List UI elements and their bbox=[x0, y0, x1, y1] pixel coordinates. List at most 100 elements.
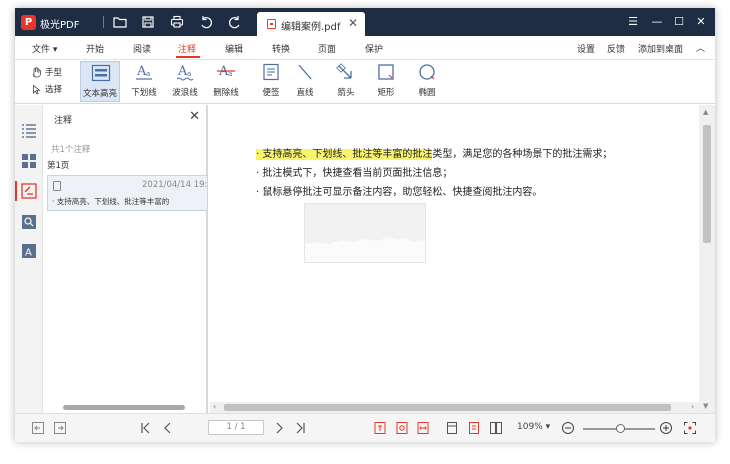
fit-page-icon[interactable] bbox=[373, 421, 387, 435]
annotation-list-item[interactable]: 2021/04/14 19: · 支持高亮、下划线、批注等丰富的 bbox=[47, 175, 208, 211]
text-highlight-tool[interactable]: 文本高亮 bbox=[80, 61, 120, 102]
menu-protect[interactable]: 保护 bbox=[365, 42, 383, 55]
outline-icon[interactable] bbox=[21, 122, 37, 138]
annotation-date: 2021/04/14 19: bbox=[142, 180, 208, 190]
zoom-level-select[interactable]: 109% ▾ bbox=[517, 422, 550, 432]
select-tool-label: 选择 bbox=[45, 85, 63, 95]
scroll-down-icon[interactable]: ▼ bbox=[703, 402, 708, 410]
maximize-icon[interactable]: ☐ bbox=[671, 14, 687, 30]
menu-page[interactable]: 页面 bbox=[318, 42, 336, 55]
rectangle-icon bbox=[378, 64, 394, 80]
page-group-label: 第1页 bbox=[47, 161, 70, 171]
annotation-doc-icon bbox=[53, 181, 61, 191]
highlighted-text[interactable]: · 支持高亮、下划线、批注等丰富的批注 bbox=[256, 149, 433, 160]
svg-text:a: a bbox=[146, 70, 150, 78]
collapse-ribbon-icon[interactable]: ︿ bbox=[696, 41, 705, 54]
document-line-3: · 鼠标悬停批注可显示备注内容，助您轻松、快捷查阅批注内容。 bbox=[256, 187, 543, 198]
close-window-icon[interactable]: ✕ bbox=[693, 14, 709, 30]
vertical-scrollbar[interactable]: ▲ ▼ bbox=[699, 105, 715, 413]
page-back-icon[interactable] bbox=[31, 421, 45, 435]
document-tab[interactable]: 编辑案例.pdf ✕ bbox=[257, 12, 365, 36]
select-tool-button[interactable]: 选择 bbox=[31, 82, 62, 96]
vertical-scroll-thumb[interactable] bbox=[703, 125, 711, 243]
fit-width-icon[interactable] bbox=[416, 421, 430, 435]
print-icon[interactable] bbox=[168, 13, 186, 31]
rectangle-label: 矩形 bbox=[377, 88, 395, 98]
svg-text:a: a bbox=[187, 70, 191, 78]
menu-edit[interactable]: 编辑 bbox=[225, 42, 243, 55]
squiggly-label: 波浪线 bbox=[172, 88, 198, 98]
annotation-ribbon: 手型 选择 文本高亮 Aa 下划线 Aa 波浪线 Aa 删除线 便签 直线 箭头… bbox=[15, 60, 715, 104]
app-name: 极光PDF bbox=[40, 20, 80, 31]
settings-link[interactable]: 设置 bbox=[577, 42, 595, 55]
previous-page-icon[interactable] bbox=[161, 421, 175, 435]
text-highlight-icon bbox=[91, 64, 111, 82]
document-line-1: · 支持高亮、下划线、批注等丰富的批注类型，满足您的各种场景下的批注需求； bbox=[256, 145, 612, 160]
two-page-icon[interactable] bbox=[489, 421, 503, 435]
annotation-panel: 注释 ✕ 共1个注释 第1页 2021/04/14 19: · 支持高亮、下划线… bbox=[44, 105, 208, 413]
horizontal-scroll-thumb[interactable] bbox=[224, 404, 671, 411]
arrow-icon bbox=[336, 63, 352, 79]
squiggly-icon: Aa bbox=[176, 64, 194, 81]
feedback-link[interactable]: 反馈 bbox=[607, 42, 625, 55]
fullscreen-icon[interactable] bbox=[683, 421, 697, 435]
line-tool[interactable]: 直线 bbox=[285, 61, 325, 102]
underline-tool[interactable]: Aa 下划线 bbox=[124, 61, 164, 102]
page-number-input[interactable]: 1 / 1 bbox=[208, 420, 264, 435]
underline-label: 下划线 bbox=[131, 88, 157, 98]
open-folder-icon[interactable] bbox=[111, 13, 129, 31]
next-page-icon[interactable] bbox=[272, 421, 286, 435]
text-panel-icon[interactable]: A bbox=[21, 243, 37, 259]
page-forward-icon[interactable] bbox=[53, 421, 67, 435]
document-image bbox=[304, 203, 426, 263]
continuous-page-icon[interactable] bbox=[467, 421, 481, 435]
rectangle-tool[interactable]: 矩形 bbox=[366, 61, 406, 102]
redo-icon[interactable] bbox=[226, 13, 244, 31]
add-to-desktop-link[interactable]: 添加到桌面 bbox=[638, 42, 683, 55]
scroll-right-icon[interactable]: › bbox=[691, 402, 694, 411]
search-panel-icon[interactable] bbox=[21, 214, 37, 230]
sticky-note-icon bbox=[263, 63, 279, 81]
panel-scrollbar[interactable] bbox=[63, 405, 185, 410]
thumbnails-icon[interactable] bbox=[21, 153, 37, 169]
close-panel-icon[interactable]: ✕ bbox=[189, 109, 200, 124]
scroll-up-icon[interactable]: ▲ bbox=[703, 108, 708, 116]
menu-file[interactable]: 文件 ▾ bbox=[32, 42, 57, 55]
minimize-icon[interactable]: — bbox=[649, 14, 665, 30]
squiggly-tool[interactable]: Aa 波浪线 bbox=[165, 61, 205, 102]
strikethrough-tool[interactable]: Aa 删除线 bbox=[206, 61, 246, 102]
title-separator bbox=[103, 16, 104, 28]
strikethrough-icon: Aa bbox=[217, 64, 235, 79]
close-tab-icon[interactable]: ✕ bbox=[348, 16, 358, 30]
arrow-tool[interactable]: 箭头 bbox=[326, 61, 366, 102]
hand-icon bbox=[32, 66, 41, 77]
menu-convert[interactable]: 转换 bbox=[272, 42, 290, 55]
zoom-in-icon[interactable] bbox=[659, 421, 673, 435]
annotations-panel-icon[interactable] bbox=[21, 183, 37, 199]
line-label: 直线 bbox=[296, 88, 314, 98]
actual-size-icon[interactable] bbox=[395, 421, 409, 435]
zoom-out-icon[interactable] bbox=[561, 421, 575, 435]
menu-read[interactable]: 阅读 bbox=[133, 42, 151, 55]
svg-text:A: A bbox=[25, 248, 32, 259]
title-bar: P 极光PDF 编辑案例.pdf ✕ ☰ — ☐ ✕ bbox=[15, 8, 715, 36]
zoom-slider-knob[interactable] bbox=[616, 424, 625, 433]
menu-annotate[interactable]: 注释 bbox=[178, 42, 196, 55]
save-icon[interactable] bbox=[139, 13, 157, 31]
first-page-icon[interactable] bbox=[139, 421, 153, 435]
hand-tool-label: 手型 bbox=[45, 68, 63, 78]
hand-tool-button[interactable]: 手型 bbox=[31, 65, 62, 79]
pointer-icon bbox=[33, 84, 41, 95]
undo-icon[interactable] bbox=[197, 13, 215, 31]
last-page-icon[interactable] bbox=[293, 421, 307, 435]
single-page-icon[interactable] bbox=[445, 421, 459, 435]
status-bar: 1 / 1 109% ▾ bbox=[15, 413, 715, 442]
document-view: · 支持高亮、下划线、批注等丰富的批注类型，满足您的各种场景下的批注需求； · … bbox=[210, 105, 715, 413]
scroll-left-icon[interactable]: ‹ bbox=[213, 402, 216, 411]
underline-icon: Aa bbox=[136, 64, 152, 80]
menu-start[interactable]: 开始 bbox=[86, 42, 104, 55]
app-window: P 极光PDF 编辑案例.pdf ✕ ☰ — ☐ ✕ 文件 ▾ 开始 阅读 注释… bbox=[15, 8, 715, 442]
menu-icon[interactable]: ☰ bbox=[625, 14, 641, 30]
ellipse-tool[interactable]: 椭圆 bbox=[407, 61, 447, 102]
horizontal-scrollbar[interactable]: ‹ › bbox=[210, 402, 699, 413]
